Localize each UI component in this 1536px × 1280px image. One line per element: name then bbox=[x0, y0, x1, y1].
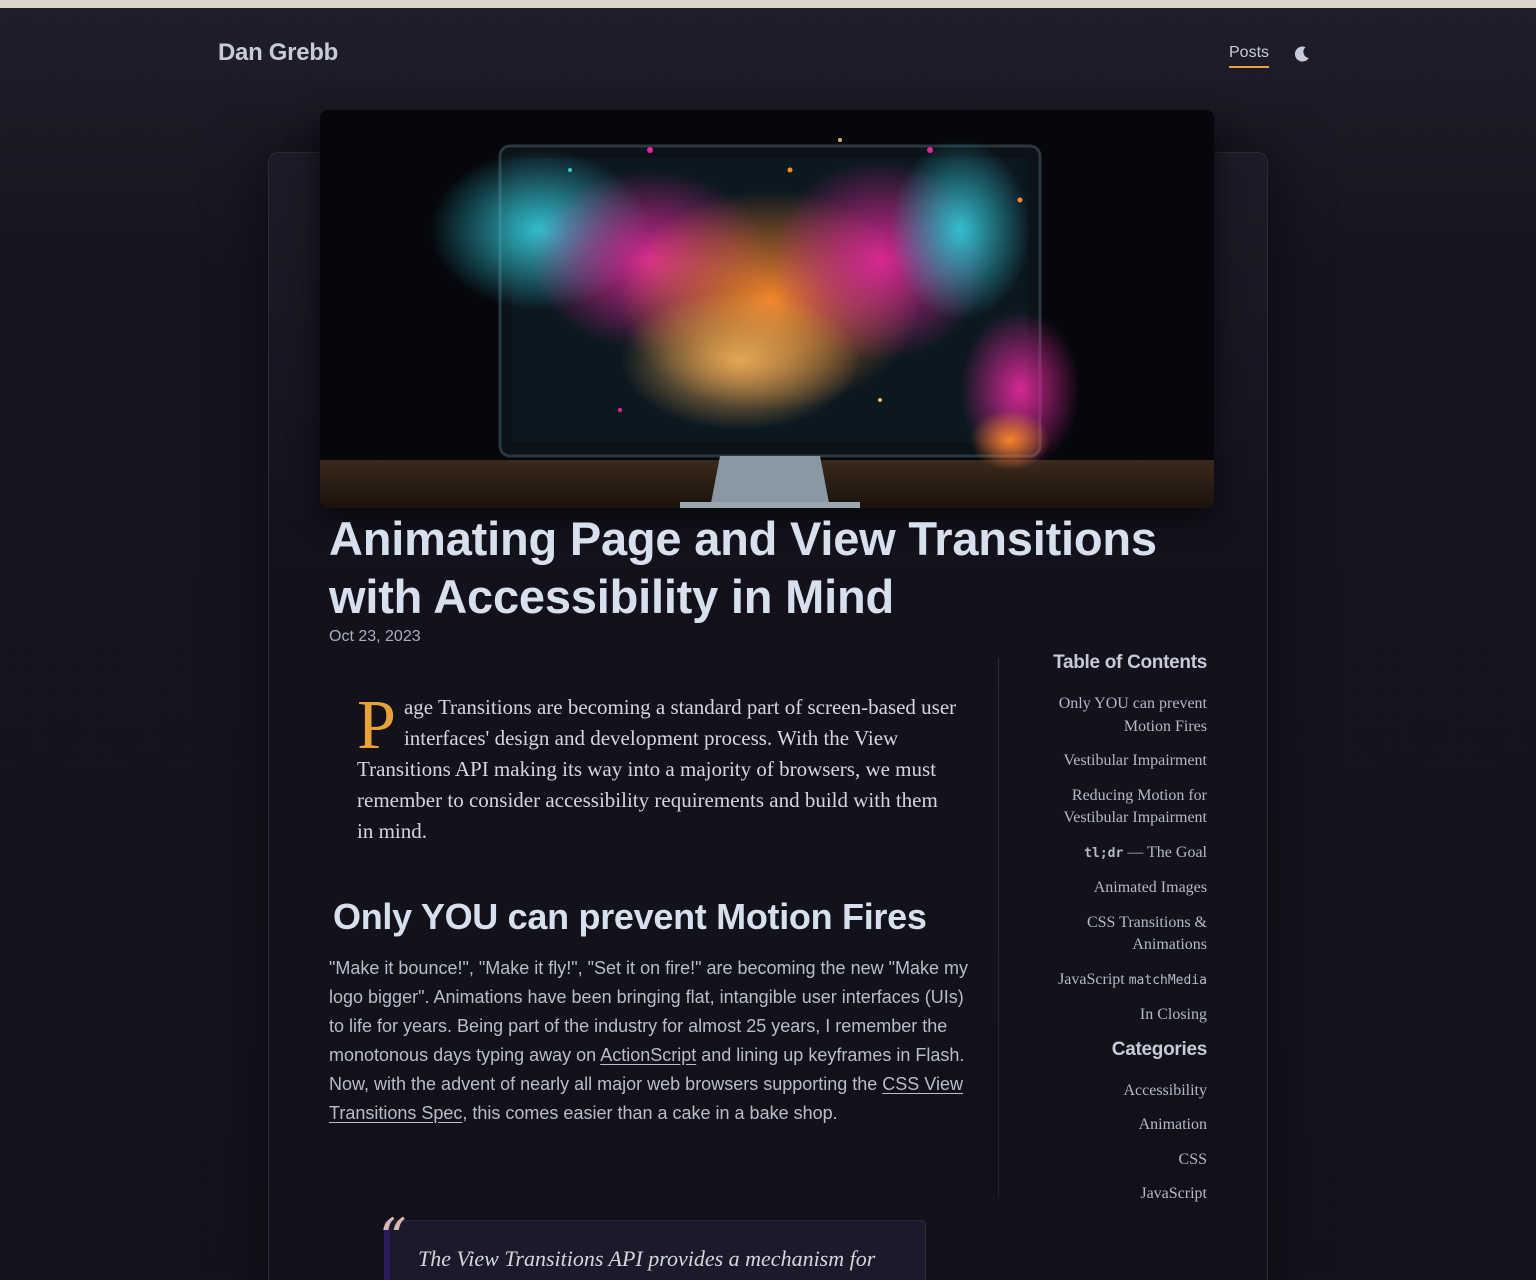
category-css[interactable]: CSS bbox=[1020, 1149, 1207, 1172]
actionscript-link[interactable]: ActionScript bbox=[600, 1045, 696, 1065]
toc-item-css-transitions[interactable]: CSS Transitions & Animations bbox=[1020, 912, 1207, 957]
body-text-3: , this comes easier than a cake in a bak… bbox=[462, 1103, 838, 1123]
toc-item-tldr[interactable]: tl;dr — The Goal bbox=[1020, 842, 1207, 866]
toc-code-matchmedia: matchMedia bbox=[1128, 972, 1207, 988]
categories-heading: Categories bbox=[1111, 1038, 1208, 1060]
post-date: Oct 23, 2023 bbox=[329, 628, 421, 645]
sidebar: Table of Contents Only YOU can prevent M… bbox=[1020, 652, 1207, 1218]
toc-item-reducing-motion[interactable]: Reducing Motion for Vestibular Impairmen… bbox=[1020, 785, 1207, 830]
top-strip bbox=[0, 0, 1536, 8]
category-accessibility[interactable]: Accessibility bbox=[1020, 1080, 1207, 1103]
toc-item-vestibular-impairment[interactable]: Vestibular Impairment bbox=[1020, 750, 1207, 773]
toc-text-javascript: JavaScript bbox=[1058, 970, 1129, 988]
body-paragraph: "Make it bounce!", "Make it fly!", "Set … bbox=[329, 954, 979, 1128]
sidebar-divider bbox=[998, 658, 999, 1198]
moon-icon bbox=[1294, 46, 1309, 62]
hero-image bbox=[320, 110, 1214, 508]
toc-heading: Table of Contents bbox=[1053, 652, 1207, 673]
toc-item-matchmedia[interactable]: JavaScript matchMedia bbox=[1020, 969, 1207, 993]
toc-item-in-closing[interactable]: In Closing bbox=[1020, 1004, 1207, 1027]
toc-code-tldr: tl;dr bbox=[1084, 845, 1124, 861]
site-title[interactable]: Dan Grebb bbox=[218, 39, 338, 67]
toc-item-animated-images[interactable]: Animated Images bbox=[1020, 877, 1207, 900]
hero-illustration bbox=[320, 110, 1214, 508]
toc-item-motion-fires[interactable]: Only YOU can prevent Motion Fires bbox=[1020, 693, 1207, 738]
nav-posts-link[interactable]: Posts bbox=[1229, 44, 1270, 68]
intro-paragraph: Page Transitions are becoming a standard… bbox=[357, 687, 957, 847]
category-animation[interactable]: Animation bbox=[1020, 1114, 1207, 1137]
intro-text: age Transitions are becoming a standard … bbox=[357, 695, 957, 843]
theme-toggle-button[interactable] bbox=[1292, 44, 1312, 64]
section-heading: Only YOU can prevent Motion Fires bbox=[333, 896, 927, 937]
quote-mark-icon: “ bbox=[379, 1207, 407, 1270]
blockquote-text: The View Transitions API provides a mech… bbox=[418, 1246, 876, 1271]
toc-text-goal: — The Goal bbox=[1123, 843, 1207, 861]
toc-list: Only YOU can prevent Motion Fires Vestib… bbox=[1020, 693, 1207, 1027]
categories-list: Accessibility Animation CSS JavaScript bbox=[1020, 1080, 1207, 1206]
category-javascript[interactable]: JavaScript bbox=[1020, 1183, 1207, 1206]
drop-cap: P bbox=[357, 687, 396, 764]
post-title: Animating Page and View Transitions with… bbox=[329, 512, 1157, 623]
